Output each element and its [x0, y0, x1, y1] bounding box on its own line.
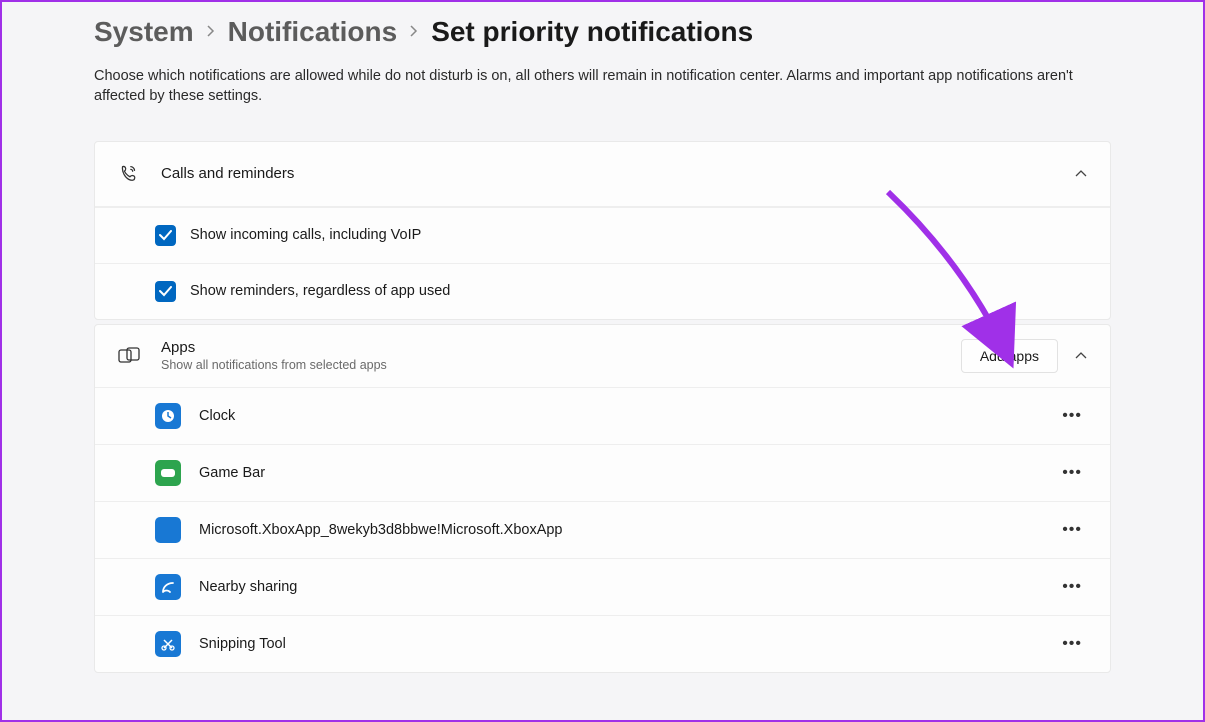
clock-app-icon	[155, 403, 181, 429]
chevron-up-icon	[1074, 167, 1088, 181]
breadcrumb: System Notifications Set priority notifi…	[94, 16, 1111, 48]
gamebar-app-icon	[155, 460, 181, 486]
more-icon[interactable]: •••	[1056, 631, 1088, 657]
apps-panel: Apps Show all notifications from selecte…	[94, 324, 1111, 673]
app-name: Nearby sharing	[199, 579, 1056, 595]
app-name: Microsoft.XboxApp_8wekyb3d8bbwe!Microsof…	[199, 522, 1056, 538]
app-row-gamebar: Game Bar •••	[95, 444, 1110, 501]
app-name: Snipping Tool	[199, 636, 1056, 652]
app-row-snipping: Snipping Tool •••	[95, 615, 1110, 672]
app-name: Clock	[199, 408, 1056, 424]
apps-subtitle: Show all notifications from selected app…	[161, 358, 961, 372]
more-icon[interactable]: •••	[1056, 460, 1088, 486]
add-apps-button[interactable]: Add apps	[961, 339, 1058, 373]
show-reminders-checkbox[interactable]	[155, 281, 176, 302]
more-icon[interactable]: •••	[1056, 517, 1088, 543]
calls-reminders-title: Calls and reminders	[161, 165, 1074, 182]
chevron-right-icon	[206, 21, 216, 44]
apps-icon	[117, 344, 141, 368]
more-icon[interactable]: •••	[1056, 403, 1088, 429]
app-row-xbox: Microsoft.XboxApp_8wekyb3d8bbwe!Microsof…	[95, 501, 1110, 558]
breadcrumb-notifications[interactable]: Notifications	[228, 16, 398, 48]
show-reminders-row: Show reminders, regardless of app used	[95, 263, 1110, 319]
app-row-clock: Clock •••	[95, 387, 1110, 444]
phone-icon	[117, 162, 141, 186]
nearby-sharing-app-icon	[155, 574, 181, 600]
chevron-up-icon	[1074, 349, 1088, 363]
breadcrumb-system[interactable]: System	[94, 16, 194, 48]
chevron-right-icon	[409, 21, 419, 44]
more-icon[interactable]: •••	[1056, 574, 1088, 600]
page-description: Choose which notifications are allowed w…	[94, 66, 1111, 107]
show-calls-row: Show incoming calls, including VoIP	[95, 207, 1110, 263]
show-reminders-label: Show reminders, regardless of app used	[190, 283, 450, 299]
snipping-tool-app-icon	[155, 631, 181, 657]
show-calls-checkbox[interactable]	[155, 225, 176, 246]
app-name: Game Bar	[199, 465, 1056, 481]
calls-reminders-header[interactable]: Calls and reminders	[95, 142, 1110, 207]
show-calls-label: Show incoming calls, including VoIP	[190, 227, 421, 243]
page-title: Set priority notifications	[431, 16, 753, 48]
app-row-nearby: Nearby sharing •••	[95, 558, 1110, 615]
calls-reminders-panel: Calls and reminders Show incoming calls,…	[94, 141, 1111, 320]
apps-header[interactable]: Apps Show all notifications from selecte…	[95, 325, 1110, 387]
apps-title: Apps	[161, 339, 961, 356]
xbox-app-icon	[155, 517, 181, 543]
